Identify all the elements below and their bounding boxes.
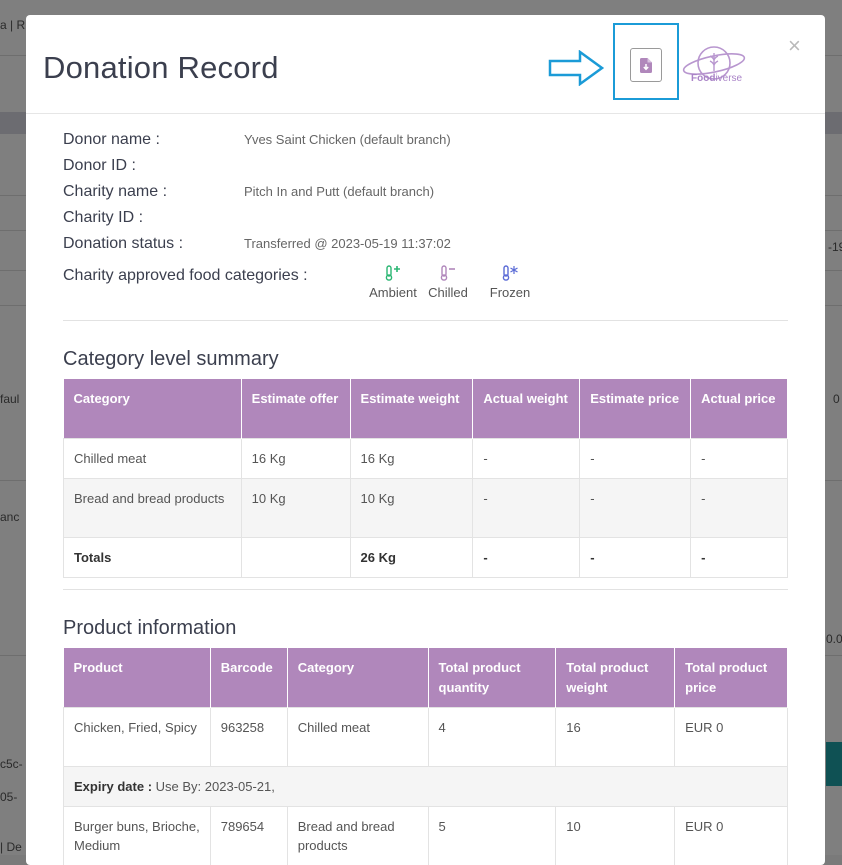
table-cell: 10 (555, 805, 676, 865)
column-header: Barcode (210, 648, 288, 707)
charity-name-label: Charity name : (63, 183, 168, 200)
logo-wordmark: Foodiverse (691, 73, 742, 84)
table-cell: - (690, 437, 788, 479)
table-cell: EUR 0 (674, 706, 788, 767)
totals-row: Totals 26 Kg - - - (63, 536, 788, 578)
thermometer-minus-icon (440, 265, 455, 281)
divider (63, 589, 788, 590)
table-cell: Bread and bread products (286, 805, 429, 865)
expiry-row: Expiry date : Use By: 2023-05-21, (63, 765, 788, 807)
charity-id-label: Charity ID : (63, 209, 144, 226)
donation-record-modal: Donation Record Foodiverse × Donor name … (26, 15, 825, 865)
table-cell: - (690, 477, 788, 538)
table-row: Bread and bread products 10 Kg 10 Kg - -… (63, 477, 788, 538)
table-cell: 4 (427, 706, 557, 767)
category-frozen: Frozen (484, 265, 536, 300)
donor-name-value: Yves Saint Chicken (default branch) (244, 132, 451, 147)
logo-text-light: iverse (715, 73, 743, 84)
expiry-cell: Expiry date : Use By: 2023-05-21, (63, 765, 788, 807)
product-info-table: Product Barcode Category Total product q… (63, 648, 788, 865)
table-row: Chicken, Fried, Spicy 963258 Chilled mea… (63, 706, 788, 767)
table-cell: 16 (555, 706, 676, 767)
category-label: Chilled (428, 285, 468, 300)
table-row: Burger buns, Brioche, Medium 789654 Brea… (63, 805, 788, 865)
expiry-value: Use By: 2023-05-21, (152, 778, 275, 794)
column-header: Product (63, 648, 211, 707)
column-header: Actual price (690, 379, 788, 438)
table-cell: 5 (427, 805, 557, 865)
column-header: Total product weight (555, 648, 676, 707)
table-cell: Chilled meat (286, 706, 429, 767)
category-summary-table: Category Estimate offer Estimate weight … (63, 379, 788, 578)
column-header: Category (287, 648, 429, 707)
file-download-icon (640, 57, 652, 73)
download-pdf-button[interactable] (630, 48, 662, 82)
modal-title: Donation Record (43, 50, 279, 85)
totals-cell: - (579, 536, 692, 578)
donor-name-label: Donor name : (63, 131, 160, 148)
totals-cell: - (472, 536, 581, 578)
close-button[interactable]: × (788, 35, 801, 57)
charity-name-value: Pitch In and Putt (default branch) (244, 184, 435, 199)
totals-cell: - (690, 536, 788, 578)
table-cell: 963258 (209, 706, 288, 767)
thermometer-snow-icon (502, 265, 518, 281)
table-row: Chilled meat 16 Kg 16 Kg - - - (63, 437, 788, 479)
category-ambient: Ambient (363, 265, 423, 300)
column-header: Actual weight (472, 379, 581, 438)
table-cell: 789654 (209, 805, 288, 865)
logo-text-bold: Food (691, 73, 716, 84)
column-header: Estimate price (579, 379, 692, 438)
donation-status-label: Donation status : (63, 235, 184, 252)
table-cell: Burger buns, Brioche, Medium (63, 805, 211, 865)
thermometer-plus-icon (385, 265, 400, 281)
modal-header: Donation Record Foodiverse × (26, 15, 825, 114)
table-cell: 16 Kg (349, 437, 474, 479)
totals-cell: 26 Kg (349, 536, 474, 578)
totals-cell: Totals (63, 536, 242, 578)
column-header: Total product quantity (428, 648, 557, 707)
table-cell: - (472, 437, 581, 479)
category-chilled: Chilled (426, 265, 470, 300)
category-summary-title: Category level summary (63, 348, 279, 370)
category-label: Ambient (369, 285, 417, 300)
donation-status-value: Transferred @ 2023-05-19 11:37:02 (244, 236, 451, 251)
table-cell: - (472, 477, 581, 538)
table-cell: 16 Kg (240, 437, 351, 479)
table-cell: 10 Kg (240, 477, 351, 538)
table-header-row: Category Estimate offer Estimate weight … (63, 379, 788, 438)
category-label: Frozen (489, 285, 531, 300)
table-cell: - (579, 437, 692, 479)
totals-cell (240, 536, 351, 578)
expiry-label: Expiry date : (74, 778, 153, 794)
approved-categories-label: Charity approved food categories : (63, 267, 308, 284)
column-header: Total product price (674, 648, 788, 707)
arrow-right-icon (548, 50, 604, 86)
table-cell: 10 Kg (349, 477, 474, 538)
column-header: Estimate weight (350, 379, 474, 438)
column-header: Estimate offer (241, 379, 351, 438)
divider (63, 320, 788, 321)
product-info-title: Product information (63, 617, 237, 639)
table-cell: Bread and bread products (63, 477, 242, 538)
donor-id-label: Donor ID : (63, 157, 136, 174)
column-header: Category (63, 379, 242, 438)
table-cell: Chicken, Fried, Spicy (63, 706, 211, 767)
table-cell: Chilled meat (63, 437, 242, 479)
table-cell: EUR 0 (674, 805, 788, 865)
table-header-row: Product Barcode Category Total product q… (63, 648, 788, 707)
table-cell: - (579, 477, 692, 538)
